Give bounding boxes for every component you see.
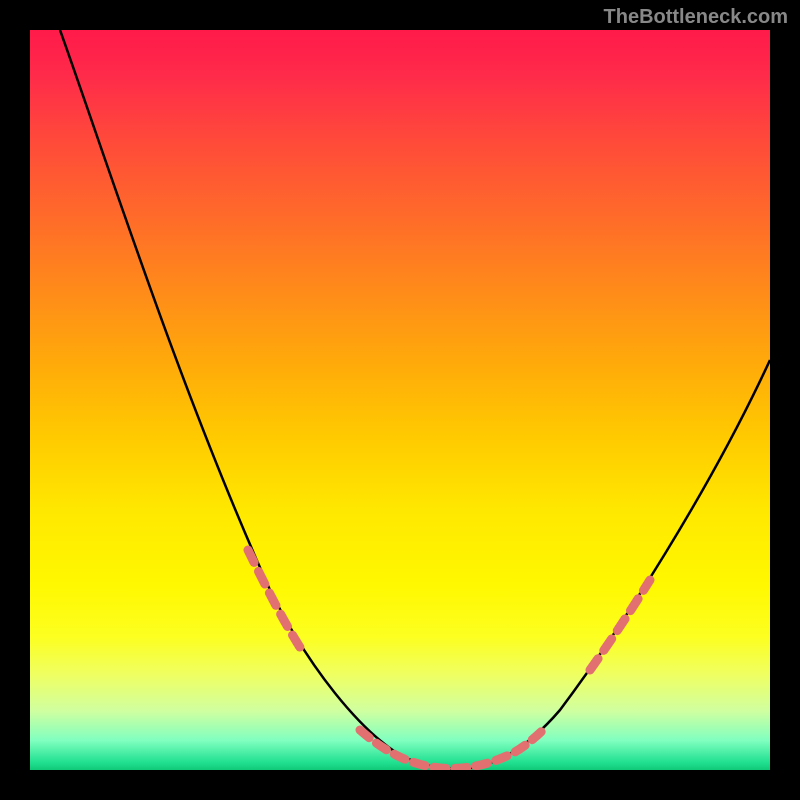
dashed-right-upper [590, 580, 650, 670]
dashed-floor [360, 728, 545, 768]
bottleneck-curve [60, 30, 770, 769]
plot-area [30, 30, 770, 770]
dashed-left-upper [248, 550, 305, 655]
curve-svg [30, 30, 770, 770]
chart-container: TheBottleneck.com [0, 0, 800, 800]
watermark-text: TheBottleneck.com [604, 6, 788, 29]
